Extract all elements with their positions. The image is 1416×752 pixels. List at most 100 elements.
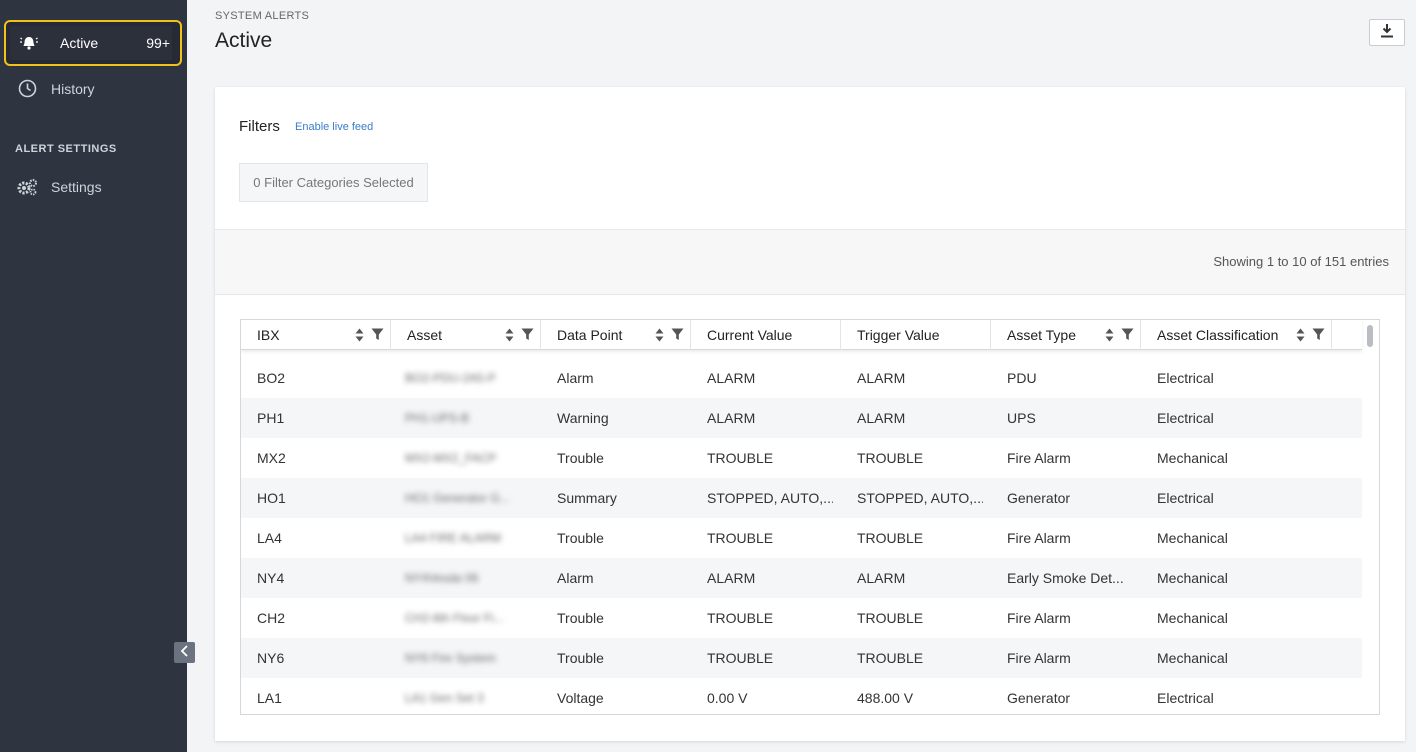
filter-categories-selector[interactable]: 0 Filter Categories Selected	[239, 163, 428, 202]
alerts-table: IBX Asset Data Point Current Value Trigger V…	[240, 319, 1380, 715]
sidebar-item-active[interactable]: Active 99+	[4, 20, 182, 66]
column-header-label: Asset Type	[1007, 327, 1077, 343]
cell-classification: Mechanical	[1157, 570, 1228, 586]
sort-icon[interactable]	[355, 328, 364, 345]
cell-asset: LA4 FIRE ALARM	[405, 531, 502, 545]
clock-icon	[16, 79, 38, 98]
sidebar-item-history[interactable]: History	[16, 79, 95, 98]
cell-asset: MX2-MX2_FACP	[405, 451, 497, 465]
sort-icon[interactable]	[1296, 328, 1305, 345]
cell-asset: PH1-UPS-B	[405, 411, 470, 425]
table-scrollbar[interactable]	[1367, 325, 1373, 347]
sidebar: Active 99+ History ALERT SETTINGS Settin…	[0, 0, 195, 752]
filters-title: Filters	[239, 118, 280, 135]
collapse-sidebar-button[interactable]	[174, 642, 195, 663]
table-row[interactable]: NY4 NY4Vesda 06 Alarm ALARM ALARM Early Smoke…	[241, 558, 1362, 598]
gears-icon	[16, 178, 38, 196]
column-header-label: Asset Classification	[1157, 327, 1279, 343]
cell-data-point: Summary	[557, 490, 617, 506]
cell-asset: NY4Vesda 06	[405, 571, 479, 585]
cell-asset-type: Fire Alarm	[1007, 650, 1071, 666]
table-row[interactable]: LA4 LA4 FIRE ALARM Trouble TROUBLE TROUBLE Fi…	[241, 518, 1362, 558]
cell-asset-type: Fire Alarm	[1007, 450, 1071, 466]
cell-asset: NY6 Fire System	[405, 651, 496, 665]
column-header-label: Data Point	[557, 327, 623, 343]
cell-classification: Electrical	[1157, 690, 1214, 706]
cell-asset-type: Fire Alarm	[1007, 610, 1071, 626]
cell-classification: Electrical	[1157, 370, 1214, 386]
cell-trigger-value: TROUBLE	[857, 610, 924, 626]
sort-icon[interactable]	[1105, 328, 1114, 345]
cell-ibx: HO1	[257, 490, 286, 506]
cell-asset: CH2-6th Floor Fi...	[405, 611, 504, 625]
cell-trigger-value: TROUBLE	[857, 530, 924, 546]
cell-trigger-value: 488.00 V	[857, 690, 914, 706]
cell-asset: LA1 Gen Set 3	[405, 691, 484, 705]
column-header-trigger-value[interactable]: Trigger Value	[841, 320, 991, 350]
table-row[interactable]: NY6 NY6 Fire System Trouble TROUBLE TROUBLE F…	[241, 638, 1362, 678]
cell-data-point: Alarm	[557, 370, 594, 386]
table-row[interactable]: PH1 PH1-UPS-B Warning ALARM ALARM UPS Electric…	[241, 398, 1362, 438]
cell-current-value: TROUBLE	[707, 450, 774, 466]
cell-data-point: Trouble	[557, 650, 604, 666]
cell-ibx: PH1	[257, 410, 285, 426]
cell-data-point: Voltage	[557, 690, 604, 706]
cell-ibx: NY4	[257, 570, 285, 586]
cell-current-value: ALARM	[707, 570, 756, 586]
cell-trigger-value: ALARM	[857, 370, 906, 386]
cell-current-value: ALARM	[707, 410, 756, 426]
cell-current-value: STOPPED, AUTO,...	[707, 490, 833, 506]
filter-icon[interactable]	[671, 328, 684, 344]
cell-ibx: LA4	[257, 530, 282, 546]
filter-icon[interactable]	[1121, 328, 1134, 344]
table-body: BO2 BO2-PDU-2A5-P Alarm ALARM ALARM PDU Electr…	[241, 358, 1362, 714]
cell-trigger-value: ALARM	[857, 570, 906, 586]
table-row[interactable]: BO2 BO2-PDU-2A5-P Alarm ALARM ALARM PDU Electr…	[241, 358, 1362, 398]
table-row[interactable]: HO1 HO1 Generator G... Summary STOPPED, AUT…	[241, 478, 1362, 518]
cell-current-value: TROUBLE	[707, 650, 774, 666]
cell-classification: Electrical	[1157, 410, 1214, 426]
cell-classification: Mechanical	[1157, 450, 1228, 466]
cell-asset: BO2-PDU-2A5-P	[405, 371, 496, 385]
column-header-label: Trigger Value	[857, 327, 940, 343]
column-header-current-value[interactable]: Current Value	[691, 320, 841, 350]
entries-count: Showing 1 to 10 of 151 entries	[1213, 254, 1389, 269]
sort-icon[interactable]	[505, 328, 514, 345]
filter-icon[interactable]	[521, 328, 534, 344]
download-button[interactable]	[1369, 19, 1405, 46]
filter-icon[interactable]	[1312, 328, 1325, 344]
cell-asset-type: Generator	[1007, 490, 1071, 506]
column-header-classification[interactable]: Asset Classification	[1141, 320, 1332, 350]
sidebar-item-label: Active	[60, 35, 99, 51]
column-header-asset[interactable]: Asset	[391, 320, 541, 350]
cell-trigger-value: TROUBLE	[857, 650, 924, 666]
cell-trigger-value: ALARM	[857, 410, 906, 426]
cell-asset-type: PDU	[1007, 370, 1037, 386]
cell-data-point: Alarm	[557, 570, 594, 586]
cell-trigger-value: STOPPED, AUTO,...	[857, 490, 983, 506]
column-header-ibx[interactable]: IBX	[241, 320, 391, 350]
sidebar-item-settings[interactable]: Settings	[16, 178, 102, 196]
cell-ibx: CH2	[257, 610, 286, 626]
cell-ibx: MX2	[257, 450, 286, 466]
download-icon	[1380, 23, 1394, 43]
cell-ibx: NY6	[257, 650, 285, 666]
cell-current-value: TROUBLE	[707, 610, 774, 626]
cell-asset-type: Fire Alarm	[1007, 530, 1071, 546]
filter-icon[interactable]	[371, 328, 384, 344]
cell-current-value: TROUBLE	[707, 530, 774, 546]
column-header-label: Asset	[407, 327, 443, 343]
table-row[interactable]: CH2 CH2-6th Floor Fi... Trouble TROUBLE TROU…	[241, 598, 1362, 638]
column-header-data-point[interactable]: Data Point	[541, 320, 691, 350]
alert-settings-heading: ALERT SETTINGS	[15, 143, 117, 155]
table-row[interactable]: LA1 LA1 Gen Set 3 Voltage 0.00 V 488.00 V Gen…	[241, 678, 1362, 714]
table-row[interactable]: MX2 MX2-MX2_FACP Trouble TROUBLE TROUBLE Fire…	[241, 438, 1362, 478]
sort-icon[interactable]	[655, 328, 664, 345]
enable-live-feed-link[interactable]: Enable live feed	[295, 121, 373, 133]
alerts-card: Filters Enable live feed 0 Filter Catego…	[215, 87, 1405, 741]
column-header-label: Current Value	[707, 327, 793, 343]
alarm-bell-icon	[20, 35, 42, 51]
column-header-asset-type[interactable]: Asset Type	[991, 320, 1141, 350]
page-title: Active	[215, 29, 273, 52]
cell-classification: Mechanical	[1157, 610, 1228, 626]
